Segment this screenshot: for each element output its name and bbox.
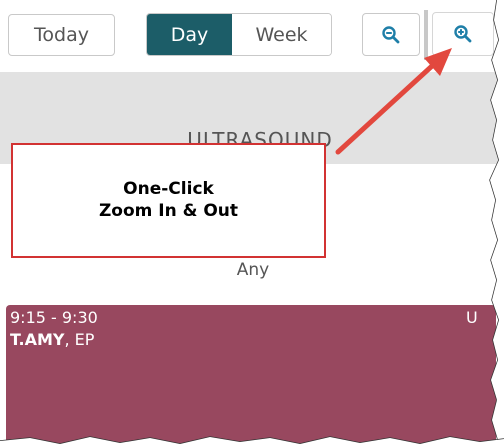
tab-week[interactable]: Week xyxy=(232,14,331,55)
calendar-view: Today Day Week ULTRASOUND Any One-Click … xyxy=(0,0,504,448)
appointment-name: T.AMY xyxy=(10,330,65,349)
zoom-in-icon xyxy=(454,25,472,43)
callout-line-1: One-Click xyxy=(123,179,214,200)
today-label: Today xyxy=(34,24,89,46)
toolbar-divider xyxy=(424,10,428,60)
view-toggle: Day Week xyxy=(146,13,332,56)
resource-filter-value[interactable]: Any xyxy=(210,260,296,280)
appointment-patient: T.AMY, EP xyxy=(10,330,94,349)
annotation-callout: One-Click Zoom In & Out xyxy=(11,143,326,258)
tab-week-label: Week xyxy=(255,23,308,46)
appointment-flag: U xyxy=(466,308,478,327)
today-button[interactable]: Today xyxy=(8,14,115,56)
tab-day[interactable]: Day xyxy=(147,14,232,55)
appointment-suffix: , EP xyxy=(64,330,95,349)
callout-line-2: Zoom In & Out xyxy=(98,200,239,221)
zoom-out-button[interactable] xyxy=(362,13,420,56)
zoom-out-icon xyxy=(382,25,400,43)
appointment-time: 9:15 - 9:30 xyxy=(10,308,98,327)
zoom-in-button[interactable] xyxy=(432,12,494,56)
tab-day-label: Day xyxy=(170,23,209,46)
